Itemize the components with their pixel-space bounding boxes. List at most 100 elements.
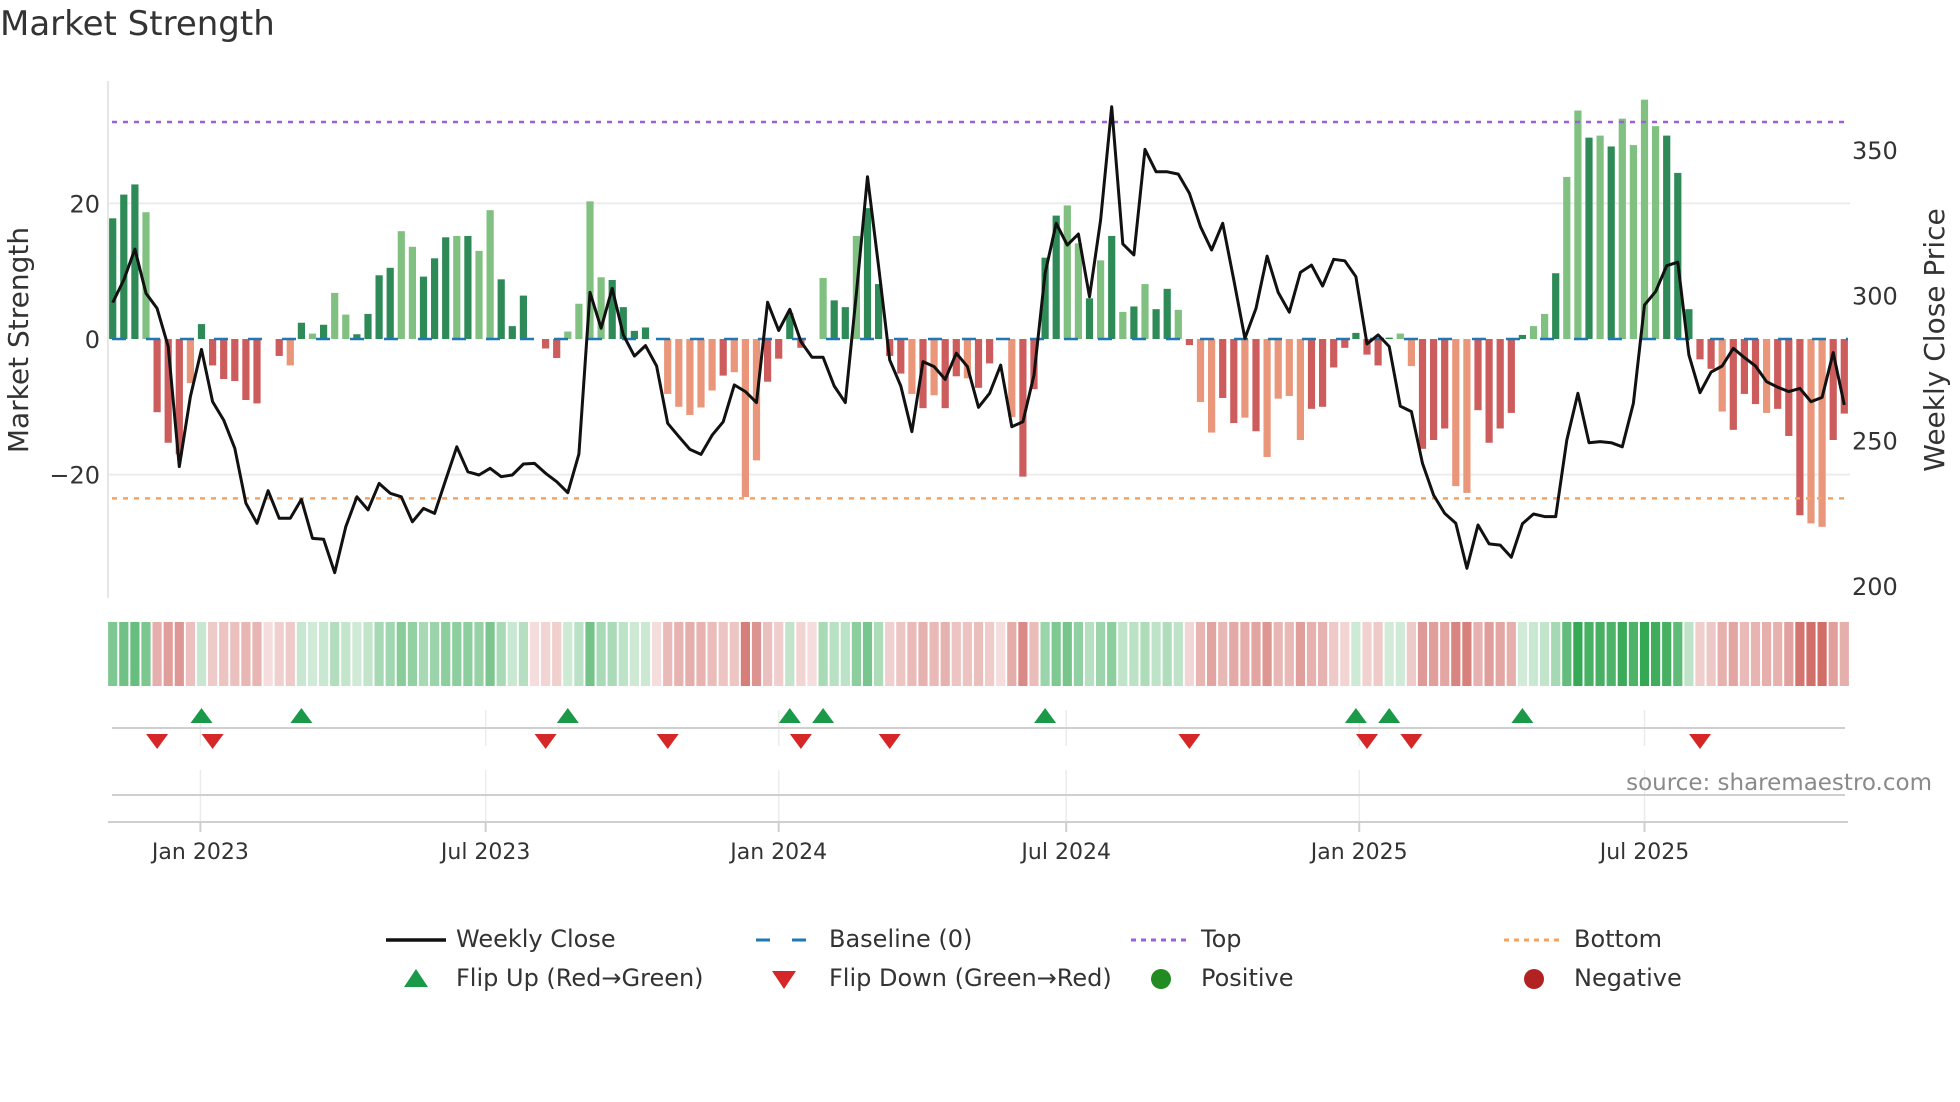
strength-bar <box>1263 339 1271 457</box>
heatmap-cell <box>1184 622 1194 686</box>
legend-item-label: Positive <box>1201 964 1294 992</box>
strength-bar <box>641 327 650 339</box>
strength-bar <box>1130 306 1138 339</box>
strength-bar <box>1774 339 1782 409</box>
heatmap-cell <box>896 622 906 686</box>
strength-bar <box>464 235 472 339</box>
heatmap-cell <box>541 622 551 686</box>
strength-bar <box>486 210 494 339</box>
heatmap-cell <box>1684 622 1694 686</box>
strength-bar <box>741 339 749 497</box>
flip-down-marker <box>146 734 169 749</box>
legend-item-label: Weekly Close <box>456 925 616 953</box>
heatmap-cell <box>962 622 972 686</box>
heatmap-cell <box>729 622 739 686</box>
x-tick-label: Jan 2025 <box>1309 840 1408 865</box>
strength-bar <box>1552 273 1560 339</box>
strength-bar <box>1407 339 1415 367</box>
strength-bar <box>297 322 305 339</box>
strength-bar <box>908 339 916 394</box>
strength-bar <box>1108 235 1116 339</box>
heatmap-cell <box>563 622 573 686</box>
flip-down-marker <box>1689 734 1711 749</box>
flip-up-marker <box>1511 708 1534 723</box>
strength-bar <box>1807 339 1815 524</box>
heatmap-cell <box>740 622 750 686</box>
heatmap-cell <box>252 622 262 686</box>
heatmap-cell <box>1750 622 1761 686</box>
heatmap-cell <box>452 622 462 686</box>
flip-down-marker <box>1400 734 1423 749</box>
heatmap-cell <box>108 622 118 686</box>
strength-bar <box>974 339 983 388</box>
strength-bar <box>1629 145 1637 339</box>
heatmap-cell <box>818 622 828 686</box>
heatmap-cell <box>507 622 517 686</box>
heatmap-cell <box>1073 622 1083 686</box>
heatmap-cell <box>441 622 451 686</box>
flip-down-marker <box>201 734 224 749</box>
heatmap-cell <box>1762 622 1772 686</box>
strength-bar <box>375 275 383 339</box>
heatmap-cell <box>629 622 639 686</box>
strength-bar <box>1474 339 1482 411</box>
strength-bar <box>1718 339 1726 412</box>
strength-bar <box>1330 339 1338 368</box>
heatmap-cell <box>396 622 406 686</box>
strength-bar <box>231 339 239 382</box>
strength-bar <box>1230 339 1238 424</box>
strength-bar <box>142 212 150 339</box>
heatmap-cell <box>1639 622 1650 686</box>
strength-bar <box>1085 298 1094 339</box>
y2-tick-label: 350 <box>1852 137 1898 165</box>
strength-bar <box>863 208 872 339</box>
heatmap-cell <box>1395 622 1405 686</box>
heatmap-cell <box>807 622 817 686</box>
flip-down-marker <box>534 734 557 749</box>
heatmap-cell <box>785 622 795 686</box>
legend-triangle-up-icon <box>404 969 428 987</box>
strength-bar <box>697 339 705 408</box>
heatmap-cell <box>1495 622 1505 686</box>
strength-bar <box>1385 337 1393 339</box>
heatmap-cell <box>1406 622 1416 686</box>
strength-bar <box>109 218 117 339</box>
heatmap-cell <box>618 622 628 686</box>
heatmap-cell <box>1440 622 1450 686</box>
heatmap-cell <box>363 622 373 686</box>
strength-bar <box>1374 339 1382 366</box>
y-axis-title: Market Strength <box>2 227 35 453</box>
flip-down-marker <box>878 734 901 749</box>
heatmap-cell <box>685 622 695 686</box>
heatmap-cell <box>1318 622 1328 686</box>
heatmap-cell <box>851 622 861 686</box>
heatmap-cell <box>985 622 995 686</box>
legend-item-label: Top <box>1201 925 1242 953</box>
strength-bar <box>253 339 261 404</box>
strength-bar <box>308 333 317 339</box>
heatmap-cell <box>751 622 762 686</box>
strength-bar <box>386 267 394 339</box>
strength-bar <box>597 277 605 339</box>
strength-bar <box>1663 135 1671 339</box>
heatmap-cell <box>1484 622 1494 686</box>
strength-bar <box>1452 339 1460 487</box>
strength-bar <box>730 339 738 373</box>
heatmap-cell <box>185 622 195 686</box>
x-tick-label: Jul 2024 <box>1019 840 1111 865</box>
strength-bar <box>1152 309 1160 339</box>
strength-bar <box>1074 243 1082 339</box>
heatmap-cell <box>973 622 984 686</box>
heatmap-cell <box>1273 622 1283 686</box>
y-tick-label: 0 <box>85 326 100 354</box>
strength-bar <box>1485 339 1493 443</box>
heatmap-cell <box>219 622 229 686</box>
strength-bar <box>1274 339 1282 399</box>
strength-bar <box>1430 339 1438 441</box>
legend-triangle-down-icon <box>772 971 796 989</box>
strength-bar <box>830 300 838 339</box>
strength-bar <box>1529 326 1538 339</box>
strength-bar <box>519 295 527 339</box>
heatmap-cell <box>1817 622 1827 686</box>
strength-bar <box>1296 339 1304 441</box>
